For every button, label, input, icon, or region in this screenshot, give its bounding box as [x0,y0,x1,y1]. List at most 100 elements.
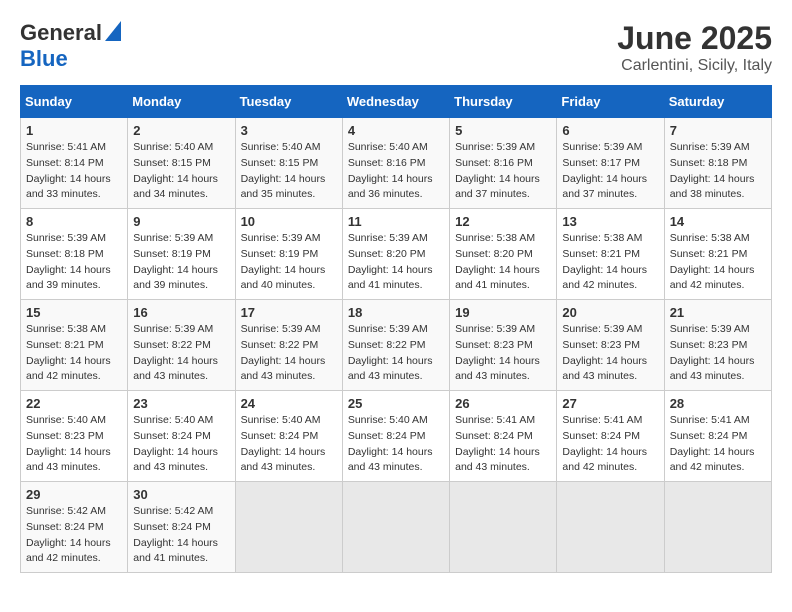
day-number: 12 [455,214,551,229]
calendar-cell: 29 Sunrise: 5:42 AMSunset: 8:24 PMDayligh… [21,482,128,573]
logo-general-text: General [20,20,102,46]
calendar-cell: 25 Sunrise: 5:40 AMSunset: 8:24 PMDayligh… [342,391,449,482]
day-info: Sunrise: 5:41 AMSunset: 8:24 PMDaylight:… [670,413,766,476]
calendar-table: Sunday Monday Tuesday Wednesday Thursday… [20,85,772,573]
day-info: Sunrise: 5:40 AMSunset: 8:24 PMDaylight:… [348,413,444,476]
calendar-cell: 5Sunrise: 5:39 AMSunset: 8:16 PMDaylight… [450,118,557,209]
day-number: 10 [241,214,337,229]
day-number: 30 [133,487,229,502]
col-tuesday: Tuesday [235,86,342,118]
day-info: Sunrise: 5:38 AMSunset: 8:21 PMDaylight:… [562,231,658,294]
day-info: Sunrise: 5:38 AMSunset: 8:21 PMDaylight:… [670,231,766,294]
day-number: 1 [26,123,122,138]
calendar-cell [557,482,664,573]
day-info: Sunrise: 5:39 AMSunset: 8:22 PMDaylight:… [241,322,337,385]
calendar-row: 8Sunrise: 5:39 AMSunset: 8:18 PMDaylight… [21,209,772,300]
calendar-cell: 10 Sunrise: 5:39 AMSunset: 8:19 PMDayligh… [235,209,342,300]
col-monday: Monday [128,86,235,118]
day-number: 24 [241,396,337,411]
day-info: Sunrise: 5:42 AMSunset: 8:24 PMDaylight:… [133,504,229,567]
logo-triangle-icon [105,21,121,46]
calendar-cell: 16 Sunrise: 5:39 AMSunset: 8:22 PMDayligh… [128,300,235,391]
day-number: 18 [348,305,444,320]
day-number: 25 [348,396,444,411]
day-info: Sunrise: 5:41 AMSunset: 8:14 PMDaylight:… [26,140,122,203]
col-sunday: Sunday [21,86,128,118]
day-info: Sunrise: 5:40 AMSunset: 8:15 PMDaylight:… [133,140,229,203]
day-info: Sunrise: 5:40 AMSunset: 8:15 PMDaylight:… [241,140,337,203]
day-info: Sunrise: 5:39 AMSunset: 8:17 PMDaylight:… [562,140,658,203]
day-info: Sunrise: 5:40 AMSunset: 8:23 PMDaylight:… [26,413,122,476]
day-info: Sunrise: 5:39 AMSunset: 8:23 PMDaylight:… [670,322,766,385]
calendar-cell: 30 Sunrise: 5:42 AMSunset: 8:24 PMDayligh… [128,482,235,573]
day-info: Sunrise: 5:39 AMSunset: 8:22 PMDaylight:… [133,322,229,385]
day-info: Sunrise: 5:39 AMSunset: 8:19 PMDaylight:… [133,231,229,294]
day-number: 28 [670,396,766,411]
calendar-cell: 8Sunrise: 5:39 AMSunset: 8:18 PMDaylight… [21,209,128,300]
day-info: Sunrise: 5:41 AMSunset: 8:24 PMDaylight:… [455,413,551,476]
day-info: Sunrise: 5:39 AMSunset: 8:19 PMDaylight:… [241,231,337,294]
calendar-cell: 2 Sunrise: 5:40 AMSunset: 8:15 PMDaylight… [128,118,235,209]
day-number: 23 [133,396,229,411]
calendar-cell: 12Sunrise: 5:38 AMSunset: 8:20 PMDayligh… [450,209,557,300]
calendar-header-row: Sunday Monday Tuesday Wednesday Thursday… [21,86,772,118]
calendar-cell: 13 Sunrise: 5:38 AMSunset: 8:21 PMDayligh… [557,209,664,300]
day-info: Sunrise: 5:41 AMSunset: 8:24 PMDaylight:… [562,413,658,476]
calendar-cell: 7Sunrise: 5:39 AMSunset: 8:18 PMDaylight… [664,118,771,209]
logo: General Blue [20,20,122,72]
day-number: 2 [133,123,229,138]
day-number: 20 [562,305,658,320]
day-number: 14 [670,214,766,229]
calendar-cell: 20Sunrise: 5:39 AMSunset: 8:23 PMDayligh… [557,300,664,391]
day-number: 13 [562,214,658,229]
day-info: Sunrise: 5:39 AMSunset: 8:23 PMDaylight:… [455,322,551,385]
month-title: June 2025 [617,20,772,57]
day-number: 4 [348,123,444,138]
calendar-cell [664,482,771,573]
calendar-cell: 21 Sunrise: 5:39 AMSunset: 8:23 PMDayligh… [664,300,771,391]
day-number: 29 [26,487,122,502]
day-number: 22 [26,396,122,411]
calendar-cell: 14 Sunrise: 5:38 AMSunset: 8:21 PMDayligh… [664,209,771,300]
calendar-cell: 4 Sunrise: 5:40 AMSunset: 8:16 PMDaylight… [342,118,449,209]
day-number: 27 [562,396,658,411]
day-number: 26 [455,396,551,411]
page-header: General Blue June 2025 Carlentini, Sicil… [20,20,772,75]
calendar-cell: 19Sunrise: 5:39 AMSunset: 8:23 PMDayligh… [450,300,557,391]
calendar-cell: 18 Sunrise: 5:39 AMSunset: 8:22 PMDayligh… [342,300,449,391]
day-number: 6 [562,123,658,138]
calendar-cell [235,482,342,573]
day-info: Sunrise: 5:38 AMSunset: 8:21 PMDaylight:… [26,322,122,385]
title-area: June 2025 Carlentini, Sicily, Italy [617,20,772,75]
day-info: Sunrise: 5:42 AMSunset: 8:24 PMDaylight:… [26,504,122,567]
calendar-cell: 15 Sunrise: 5:38 AMSunset: 8:21 PMDayligh… [21,300,128,391]
day-info: Sunrise: 5:40 AMSunset: 8:24 PMDaylight:… [241,413,337,476]
calendar-cell: 9 Sunrise: 5:39 AMSunset: 8:19 PMDaylight… [128,209,235,300]
day-info: Sunrise: 5:40 AMSunset: 8:16 PMDaylight:… [348,140,444,203]
calendar-row: 22 Sunrise: 5:40 AMSunset: 8:23 PMDayligh… [21,391,772,482]
day-number: 21 [670,305,766,320]
calendar-cell [342,482,449,573]
day-number: 11 [348,214,444,229]
day-number: 16 [133,305,229,320]
day-info: Sunrise: 5:39 AMSunset: 8:20 PMDaylight:… [348,231,444,294]
day-info: Sunrise: 5:40 AMSunset: 8:24 PMDaylight:… [133,413,229,476]
calendar-cell: 26 Sunrise: 5:41 AMSunset: 8:24 PMDayligh… [450,391,557,482]
calendar-cell [450,482,557,573]
day-info: Sunrise: 5:39 AMSunset: 8:22 PMDaylight:… [348,322,444,385]
col-thursday: Thursday [450,86,557,118]
calendar-cell: 3Sunrise: 5:40 AMSunset: 8:15 PMDaylight… [235,118,342,209]
logo-blue-text: Blue [20,46,68,71]
day-number: 15 [26,305,122,320]
day-number: 17 [241,305,337,320]
calendar-cell: 22 Sunrise: 5:40 AMSunset: 8:23 PMDayligh… [21,391,128,482]
calendar-cell: 28 Sunrise: 5:41 AMSunset: 8:24 PMDayligh… [664,391,771,482]
calendar-cell: 24 Sunrise: 5:40 AMSunset: 8:24 PMDayligh… [235,391,342,482]
col-wednesday: Wednesday [342,86,449,118]
calendar-cell: 27 Sunrise: 5:41 AMSunset: 8:24 PMDayligh… [557,391,664,482]
calendar-row: 15 Sunrise: 5:38 AMSunset: 8:21 PMDayligh… [21,300,772,391]
calendar-cell: 1 Sunrise: 5:41 AMSunset: 8:14 PMDaylight… [21,118,128,209]
day-info: Sunrise: 5:39 AMSunset: 8:18 PMDaylight:… [670,140,766,203]
calendar-cell: 6 Sunrise: 5:39 AMSunset: 8:17 PMDaylight… [557,118,664,209]
day-number: 9 [133,214,229,229]
